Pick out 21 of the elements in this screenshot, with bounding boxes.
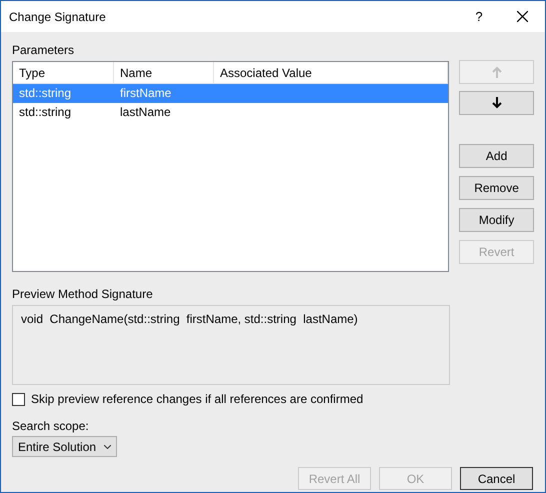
search-scope-dropdown[interactable]: Entire Solution [12, 436, 117, 457]
column-header[interactable]: Associated Value [214, 62, 448, 83]
checkbox-label: Skip preview reference changes if all references are confirmed [31, 391, 364, 408]
help-button[interactable]: ? [459, 1, 499, 32]
skip-checkbox[interactable] [12, 392, 25, 406]
chevron-down-icon [104, 444, 111, 448]
down-arrow-icon [492, 97, 502, 109]
column-header[interactable]: Name [114, 62, 214, 83]
close-icon [516, 11, 528, 22]
side-button[interactable]: Add [459, 144, 534, 168]
preview-label: Preview Method Signature [12, 286, 154, 302]
up-arrow-icon [492, 66, 502, 78]
footer-button[interactable]: Cancel [460, 467, 533, 490]
section-label: Parameters [12, 42, 76, 59]
side-button[interactable]: Remove [459, 176, 534, 200]
signature-preview: void ChangeName(std::string firstName, std::string lastName) [12, 305, 450, 385]
search-scope-label: Search scope: [12, 418, 90, 434]
side-button[interactable]: Modify [459, 208, 534, 232]
move-down-button[interactable] [459, 91, 534, 115]
window-title: Change Signature [9, 8, 107, 26]
column-header[interactable]: Type [13, 62, 114, 83]
